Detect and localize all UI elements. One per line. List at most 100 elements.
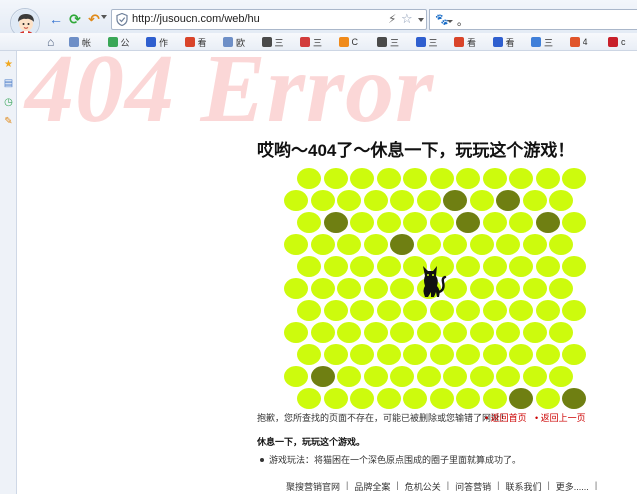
game-cell[interactable] [416, 190, 441, 211]
game-cell[interactable] [482, 344, 507, 365]
favorite-item[interactable]: 看 [490, 35, 529, 49]
back-link-item[interactable]: • 返回上一页 [535, 411, 586, 424]
game-cell[interactable] [443, 366, 467, 387]
game-cell[interactable] [456, 344, 480, 365]
game-cell[interactable] [509, 212, 533, 233]
game-cell[interactable] [443, 234, 467, 255]
game-cell[interactable] [549, 190, 573, 211]
game-cell[interactable] [337, 366, 361, 387]
game-cell[interactable] [376, 168, 401, 189]
game-cell[interactable] [509, 300, 533, 321]
favorite-item[interactable]: 三 [528, 35, 567, 49]
game-cell[interactable] [390, 322, 414, 343]
game-cell[interactable] [376, 344, 401, 365]
footer-link[interactable]: 更多...... [556, 480, 589, 493]
game-cell[interactable] [469, 234, 494, 255]
game-cell[interactable] [549, 322, 573, 343]
game-cell[interactable] [496, 234, 520, 255]
game-cell[interactable] [562, 256, 586, 277]
game-cell[interactable] [482, 300, 507, 321]
game-cell[interactable] [310, 234, 335, 255]
game-cell[interactable] [429, 344, 454, 365]
game-cell[interactable] [443, 278, 467, 299]
game-cell[interactable] [429, 388, 454, 409]
game-cell[interactable] [284, 278, 308, 299]
game-cell[interactable] [509, 168, 533, 189]
game-cell[interactable] [469, 366, 494, 387]
game-cell[interactable] [482, 212, 507, 233]
game-cell[interactable] [390, 278, 414, 299]
game-cell[interactable] [416, 366, 441, 387]
game-cell[interactable] [403, 388, 427, 409]
game-cell[interactable] [323, 300, 348, 321]
blocked-cell[interactable] [509, 388, 533, 409]
game-cell[interactable] [509, 256, 533, 277]
game-cell[interactable] [337, 322, 361, 343]
game-cell[interactable] [429, 300, 454, 321]
game-cell[interactable] [363, 322, 388, 343]
game-cell[interactable] [297, 344, 321, 365]
game-cell[interactable] [297, 168, 321, 189]
game-cell[interactable] [562, 300, 586, 321]
blocked-cell[interactable] [535, 212, 560, 233]
game-cell[interactable] [310, 278, 335, 299]
favorite-item[interactable]: 4 [567, 35, 606, 49]
footer-link[interactable]: 问答营销 [455, 480, 491, 493]
game-cell[interactable] [284, 234, 308, 255]
search-engine-caret-icon[interactable] [447, 20, 453, 23]
footer-link[interactable]: 联系我们 [505, 480, 541, 493]
home-link-item[interactable]: • 返回首页 [485, 411, 527, 424]
game-cell[interactable] [469, 322, 494, 343]
game-cell[interactable] [482, 168, 507, 189]
game-cell[interactable] [284, 322, 308, 343]
footer-link[interactable]: 聚搜营销官网 [286, 480, 340, 493]
game-cell[interactable] [456, 388, 480, 409]
game-cell[interactable] [350, 300, 374, 321]
game-cell[interactable] [562, 168, 586, 189]
game-cell[interactable] [549, 234, 573, 255]
blocked-cell[interactable] [456, 212, 480, 233]
blocked-cell[interactable] [310, 366, 335, 387]
blocked-cell[interactable] [390, 234, 414, 255]
game-cell[interactable] [456, 168, 480, 189]
game-cell[interactable] [376, 256, 401, 277]
return-home-link[interactable]: 返回首页 [491, 413, 527, 423]
game-cell[interactable] [310, 322, 335, 343]
game-cell[interactable] [297, 300, 321, 321]
game-cell[interactable] [337, 234, 361, 255]
favorite-item[interactable]: c [605, 35, 637, 49]
game-cell[interactable] [403, 300, 427, 321]
game-cell[interactable] [535, 168, 560, 189]
reading-list-icon[interactable]: ▤ [3, 78, 14, 89]
game-cell[interactable] [522, 234, 547, 255]
game-cell[interactable] [363, 190, 388, 211]
back-arrow-icon[interactable]: ← [48, 11, 64, 27]
url-text[interactable]: http://jusoucn.com/web/hu [132, 13, 260, 25]
game-cell[interactable] [562, 212, 586, 233]
game-cell[interactable] [522, 190, 547, 211]
blocked-cell[interactable] [443, 190, 467, 211]
undo-dropdown-caret-icon[interactable] [101, 15, 107, 19]
game-cell[interactable] [535, 388, 560, 409]
url-dropdown-caret-icon[interactable] [418, 18, 424, 22]
blocked-cell[interactable] [496, 190, 520, 211]
game-cell[interactable] [469, 278, 494, 299]
favorite-item[interactable]: 看 [451, 35, 490, 49]
undo-icon[interactable]: ↶ [86, 11, 102, 27]
blocked-cell[interactable] [323, 212, 348, 233]
game-cell[interactable] [376, 212, 401, 233]
game-cell[interactable] [443, 322, 467, 343]
game-cell[interactable] [535, 300, 560, 321]
game-cell[interactable] [456, 300, 480, 321]
favorites-star-icon[interactable]: ★ [3, 59, 14, 70]
footer-link[interactable]: 品牌全案 [354, 480, 390, 493]
game-cell[interactable] [297, 212, 321, 233]
game-cell[interactable] [297, 256, 321, 277]
history-clock-icon[interactable]: ◷ [3, 97, 14, 108]
game-cell[interactable] [456, 256, 480, 277]
game-cell[interactable] [416, 234, 441, 255]
game-cell[interactable] [429, 212, 454, 233]
game-cell[interactable] [376, 300, 401, 321]
return-back-link[interactable]: 返回上一页 [541, 413, 586, 423]
game-cell[interactable] [337, 278, 361, 299]
